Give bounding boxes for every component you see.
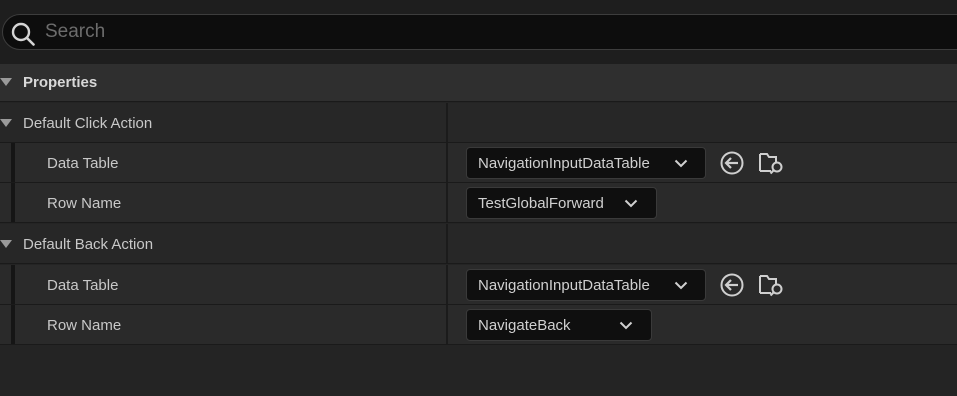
collapse-arrow-icon[interactable] [0, 78, 12, 87]
row-name-combo[interactable]: NavigateBack [466, 309, 652, 341]
search-bar [0, 0, 957, 64]
column-divider[interactable] [446, 305, 448, 344]
column-divider[interactable] [446, 103, 448, 142]
use-selected-icon[interactable] [718, 149, 746, 177]
chevron-down-icon [624, 199, 638, 208]
property-label: Row Name [47, 195, 122, 212]
column-divider[interactable] [446, 183, 448, 222]
search-box[interactable] [2, 14, 957, 50]
combo-value: NavigationInputDataTable [478, 277, 650, 294]
chevron-down-icon [674, 159, 688, 168]
chevron-down-icon [674, 281, 688, 290]
properties-section-title: Properties [23, 74, 98, 91]
use-selected-icon[interactable] [718, 271, 746, 299]
data-table-combo[interactable]: NavigationInputDataTable [466, 269, 706, 301]
property-row-row-name: Row Name TestGlobalForward [0, 183, 957, 223]
property-label: Data Table [47, 277, 119, 294]
search-input[interactable] [45, 15, 925, 49]
indent-bar [11, 183, 15, 222]
combo-value: NavigationInputDataTable [478, 155, 650, 172]
category-row-default-click-action[interactable]: Default Click Action [0, 103, 957, 143]
indent-bar [11, 305, 15, 344]
row-name-combo[interactable]: TestGlobalForward [466, 187, 657, 219]
data-table-combo[interactable]: NavigationInputDataTable [466, 147, 706, 179]
combo-value: TestGlobalForward [478, 195, 604, 212]
column-divider[interactable] [446, 224, 448, 263]
collapse-arrow-icon[interactable] [0, 119, 12, 128]
indent-bar [11, 265, 15, 304]
column-divider[interactable] [446, 143, 448, 182]
search-icon [11, 22, 35, 46]
column-divider[interactable] [446, 265, 448, 304]
category-title: Default Click Action [23, 115, 153, 132]
indent-bar [11, 143, 15, 182]
category-row-default-back-action[interactable]: Default Back Action [0, 224, 957, 264]
property-label: Data Table [47, 155, 119, 172]
property-row-data-table: Data Table NavigationInputDataTable [0, 143, 957, 183]
property-row-row-name: Row Name NavigateBack [0, 305, 957, 345]
property-row-data-table: Data Table NavigationInputDataTable [0, 265, 957, 305]
browse-asset-icon[interactable] [757, 271, 785, 299]
browse-asset-icon[interactable] [757, 149, 785, 177]
properties-section-header[interactable]: Properties [0, 64, 957, 102]
collapse-arrow-icon[interactable] [0, 240, 12, 249]
combo-value: NavigateBack [478, 317, 571, 334]
chevron-down-icon [619, 321, 633, 330]
category-title: Default Back Action [23, 236, 154, 253]
property-label: Row Name [47, 317, 122, 334]
